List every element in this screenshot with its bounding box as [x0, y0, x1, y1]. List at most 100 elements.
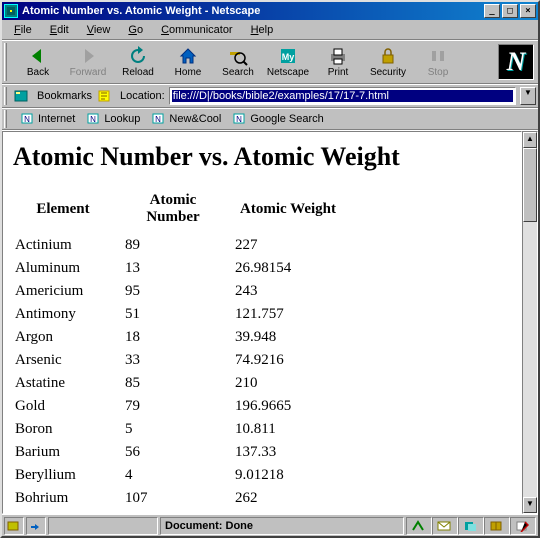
location-input[interactable]: file:///D|/books/bible2/examples/17/17-7… — [169, 87, 516, 105]
location-icon[interactable] — [96, 88, 114, 104]
cell-el: Bohrium — [13, 487, 123, 510]
cell-el: Americium — [13, 280, 123, 303]
link-lookup[interactable]: N Lookup — [87, 113, 140, 125]
back-button[interactable]: Back — [13, 42, 63, 82]
tray-address-icon[interactable] — [484, 517, 510, 535]
forward-label: Forward — [70, 67, 107, 78]
cell-el: Astatine — [13, 372, 123, 395]
linkbar-gripper[interactable] — [4, 110, 7, 128]
stop-icon — [427, 46, 449, 66]
page-body: Atomic Number vs. Atomic Weight Element … — [2, 131, 522, 514]
cell-el: Gold — [13, 395, 123, 418]
link-newcool[interactable]: N New&Cool — [152, 113, 221, 125]
search-icon — [227, 46, 249, 66]
print-button[interactable]: Print — [313, 42, 363, 82]
scroll-down-button[interactable]: ▼ — [523, 497, 537, 513]
status-component-icon[interactable] — [4, 517, 24, 535]
netscape-icon: My — [277, 46, 299, 66]
personal-toolbar: N Internet N Lookup N New&Cool N Google … — [2, 108, 538, 130]
menu-help[interactable]: Help — [243, 22, 282, 38]
cell-el: Argon — [13, 326, 123, 349]
minimize-button[interactable]: _ — [484, 4, 500, 18]
table-row: Barium56137.33 — [13, 441, 353, 464]
cell-el: Boron — [13, 418, 123, 441]
netscape-logo-icon: N — [507, 47, 526, 77]
reload-button[interactable]: Reload — [113, 42, 163, 82]
main-toolbar: Back Forward Reload Home Search My Netsc… — [2, 40, 538, 84]
table-row: Astatine85210 — [13, 372, 353, 395]
bookmark-icon: N — [87, 113, 101, 125]
tray-composer-icon[interactable] — [510, 517, 536, 535]
cell-num: 107 — [123, 487, 233, 510]
security-button[interactable]: Security — [363, 42, 413, 82]
bookmarks-icon[interactable] — [13, 88, 31, 104]
maximize-button[interactable]: □ — [502, 4, 518, 18]
cell-wt: 227 — [233, 234, 353, 257]
cell-wt: 262 — [233, 487, 353, 510]
table-row: Arsenic3374.9216 — [13, 349, 353, 372]
back-label: Back — [27, 67, 49, 78]
lock-icon — [377, 46, 399, 66]
page-heading: Atomic Number vs. Atomic Weight — [13, 142, 511, 172]
cell-wt: 26.98154 — [233, 257, 353, 280]
cell-num: 89 — [123, 234, 233, 257]
col-atomic-weight: Atomic Weight — [233, 190, 353, 234]
content-area: Atomic Number vs. Atomic Weight Element … — [2, 130, 538, 514]
locbar-gripper[interactable] — [4, 87, 7, 105]
search-button[interactable]: Search — [213, 42, 263, 82]
netscape-button[interactable]: My Netscape — [263, 42, 313, 82]
home-label: Home — [175, 67, 202, 78]
svg-text:N: N — [156, 115, 162, 124]
scroll-thumb[interactable] — [523, 148, 537, 222]
forward-icon — [77, 46, 99, 66]
menu-go[interactable]: Go — [120, 22, 151, 38]
menu-communicator[interactable]: Communicator — [153, 22, 241, 38]
cell-num: 4 — [123, 464, 233, 487]
netscape-throbber[interactable]: N — [498, 44, 534, 80]
link-google[interactable]: N Google Search — [233, 113, 323, 125]
cell-wt: 9.01218 — [233, 464, 353, 487]
link-google-label: Google Search — [250, 113, 323, 125]
home-button[interactable]: Home — [163, 42, 213, 82]
menu-edit[interactable]: Edit — [42, 22, 77, 38]
title-bar: Atomic Number vs. Atomic Weight - Netsca… — [2, 2, 538, 20]
search-label: Search — [222, 67, 254, 78]
close-button[interactable]: × — [520, 4, 536, 18]
bookmark-icon: N — [21, 113, 35, 125]
cell-num: 5 — [123, 418, 233, 441]
menu-view[interactable]: View — [79, 22, 119, 38]
table-row: Beryllium49.01218 — [13, 464, 353, 487]
link-internet[interactable]: N Internet — [21, 113, 75, 125]
elements-table: Element Atomic Number Atomic Weight Acti… — [13, 190, 353, 514]
table-row: Bohrium107262 — [13, 487, 353, 510]
cell-num: 51 — [123, 303, 233, 326]
bookmarks-button[interactable]: Bookmarks — [37, 90, 92, 102]
app-icon — [4, 4, 18, 18]
location-bar: Bookmarks Location: file:///D|/books/bib… — [2, 84, 538, 108]
print-icon — [327, 46, 349, 66]
window-title: Atomic Number vs. Atomic Weight - Netsca… — [22, 5, 482, 17]
cell-el: Arsenic — [13, 349, 123, 372]
menu-file[interactable]: File — [6, 22, 40, 38]
reload-label: Reload — [122, 67, 154, 78]
cell-wt: 243 — [233, 280, 353, 303]
scroll-track[interactable] — [523, 148, 537, 497]
back-icon — [27, 46, 49, 66]
table-row: Aluminum1326.98154 — [13, 257, 353, 280]
cell-el: Barium — [13, 441, 123, 464]
table-row: Gold79196.9665 — [13, 395, 353, 418]
cell-el: Aluminum — [13, 257, 123, 280]
cell-num: 18 — [123, 326, 233, 349]
status-online-icon[interactable] — [26, 517, 46, 535]
scroll-up-button[interactable]: ▲ — [523, 132, 537, 148]
cell-wt: 210 — [233, 372, 353, 395]
tray-mail-icon[interactable] — [432, 517, 458, 535]
tray-navigator-icon[interactable] — [406, 517, 432, 535]
vertical-scrollbar[interactable]: ▲ ▼ — [522, 131, 538, 514]
location-dropdown-button[interactable]: ▼ — [520, 87, 536, 105]
tray-news-icon[interactable] — [458, 517, 484, 535]
table-row: Actinium89227 — [13, 234, 353, 257]
location-value: file:///D|/books/bible2/examples/17/17-7… — [172, 90, 513, 102]
link-newcool-label: New&Cool — [169, 113, 221, 125]
toolbar-gripper[interactable] — [4, 43, 7, 81]
